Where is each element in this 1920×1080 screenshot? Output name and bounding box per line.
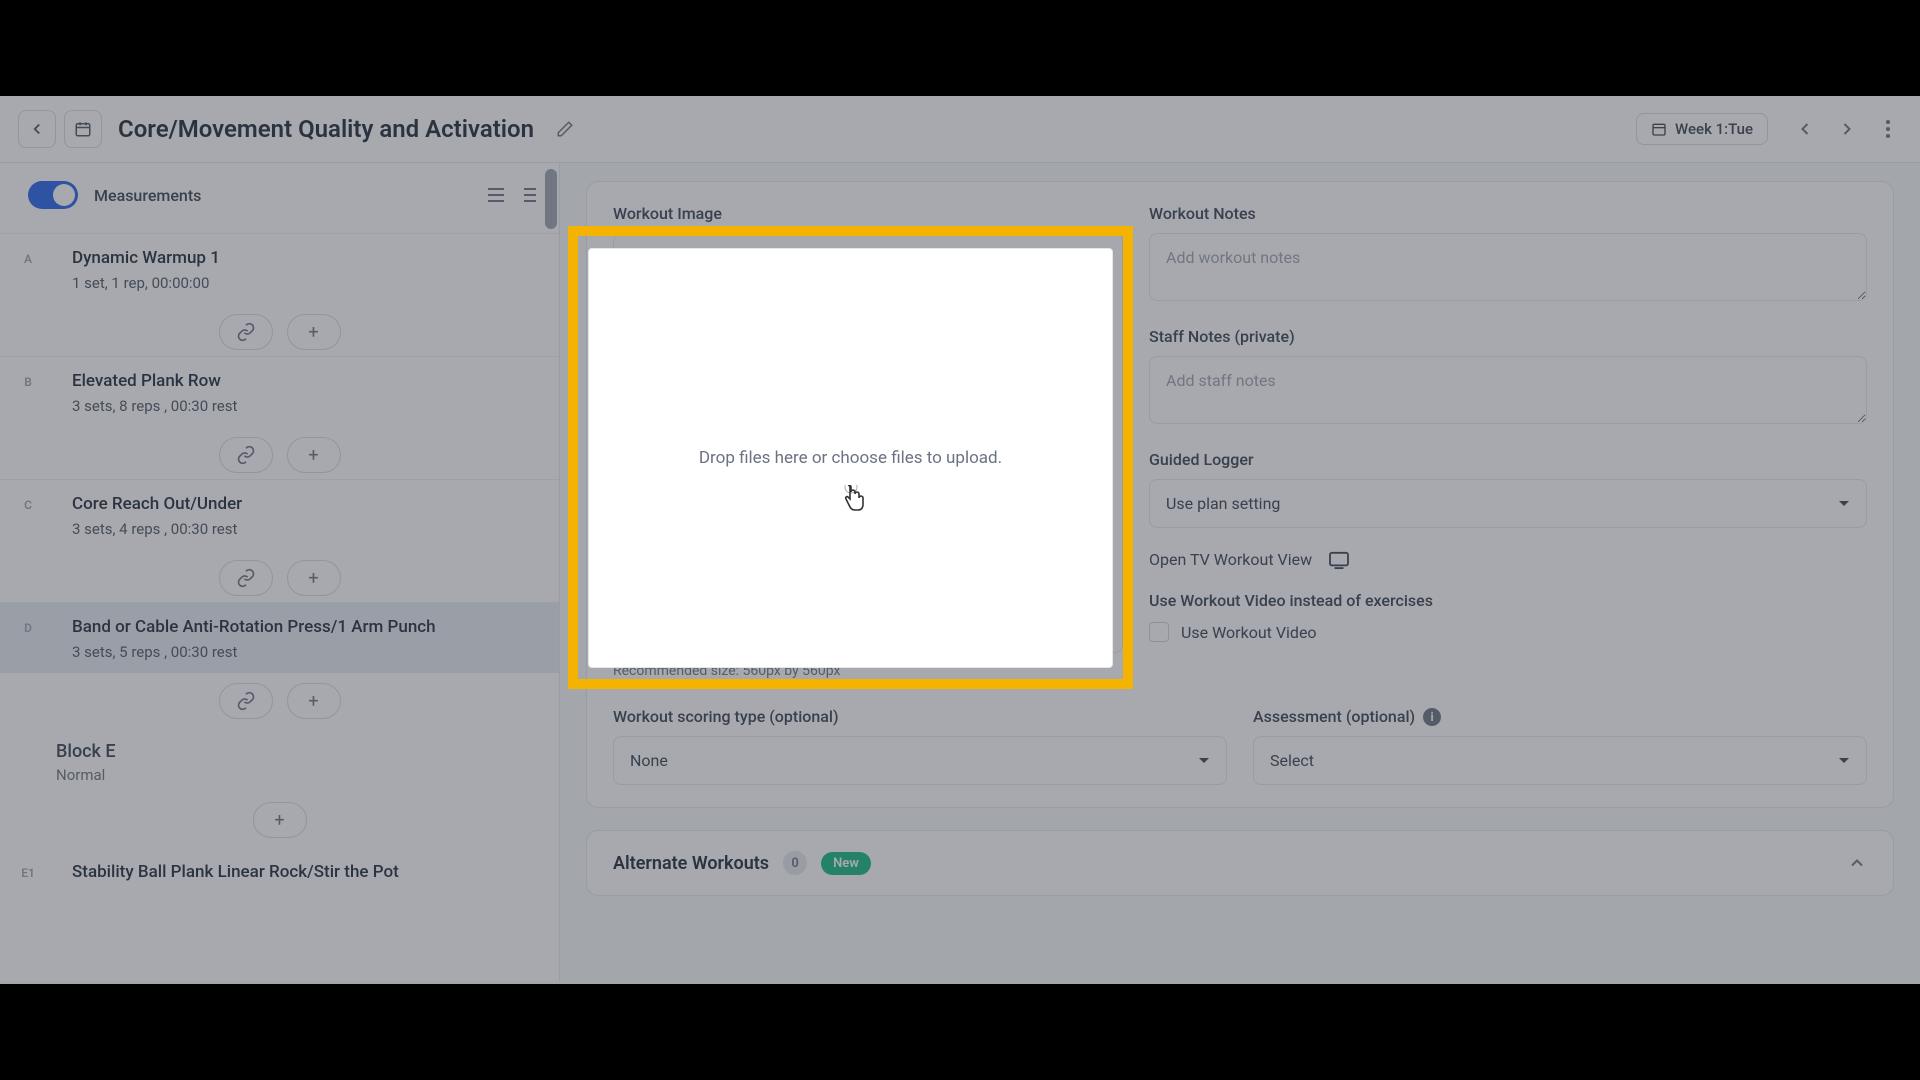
guided-logger-label: Guided Logger	[1149, 450, 1867, 469]
exercise-item[interactable]: E1 Stability Ball Plank Linear Rock/Stir…	[0, 848, 559, 894]
calendar-icon	[74, 120, 92, 138]
alt-title: Alternate Workouts	[613, 853, 769, 874]
exercise-detail: 3 sets, 5 reps , 00:30 rest	[72, 643, 537, 661]
exercise-item[interactable]: B Elevated Plank Row 3 sets, 8 reps , 00…	[0, 356, 559, 427]
calendar-small-icon	[1651, 121, 1667, 137]
reorder-icon[interactable]	[487, 187, 505, 203]
exercise-letter: C	[18, 498, 38, 512]
measurements-label: Measurements	[94, 186, 201, 205]
staff-notes-label: Staff Notes (private)	[1149, 327, 1867, 346]
workout-notes-label: Workout Notes	[1149, 204, 1867, 223]
scoring-label: Workout scoring type (optional)	[613, 707, 1227, 726]
chevron-up-icon	[1847, 853, 1867, 873]
guided-logger-select[interactable]: Use plan setting	[1149, 479, 1867, 528]
exercise-letter: B	[18, 375, 38, 389]
link-button[interactable]	[219, 683, 273, 719]
scoring-select[interactable]: None	[613, 736, 1227, 785]
week-label: Week 1:Tue	[1675, 120, 1753, 138]
exercise-name: Core Reach Out/Under	[72, 494, 537, 514]
calendar-button[interactable]	[64, 110, 102, 148]
exercise-item-selected[interactable]: D Band or Cable Anti-Rotation Press/1 Ar…	[0, 602, 559, 673]
open-tv-button[interactable]: Open TV Workout View	[1149, 550, 1867, 569]
link-button[interactable]	[219, 437, 273, 473]
link-button[interactable]	[219, 314, 273, 350]
exercise-detail: 3 sets, 8 reps , 00:30 rest	[72, 397, 537, 415]
block-subtitle: Normal	[56, 766, 537, 784]
collapse-toggle[interactable]	[1847, 853, 1867, 873]
exercise-name: Elevated Plank Row	[72, 371, 537, 391]
exercise-name: Dynamic Warmup 1	[72, 248, 537, 268]
add-button[interactable]: +	[287, 437, 341, 473]
add-button[interactable]: +	[287, 683, 341, 719]
add-button[interactable]: +	[287, 560, 341, 596]
measurements-toggle[interactable]	[28, 181, 78, 209]
exercise-name: Band or Cable Anti-Rotation Press/1 Arm …	[72, 617, 537, 637]
block-header[interactable]: Block E Normal	[0, 725, 559, 792]
new-badge: New	[821, 852, 871, 875]
chevron-left-icon	[28, 120, 46, 138]
workout-image-label: Workout Image	[613, 204, 1123, 223]
scrollbar-thumb[interactable]	[545, 169, 557, 229]
assessment-value: Select	[1270, 751, 1314, 770]
exercise-sidebar: Measurements A Dynamic Warmup 1 1 set,	[0, 163, 560, 981]
alternate-workouts-card[interactable]: Alternate Workouts 0 New	[586, 830, 1894, 896]
guided-logger-value: Use plan setting	[1166, 494, 1280, 513]
add-button[interactable]: +	[287, 314, 341, 350]
back-button[interactable]	[18, 110, 56, 148]
link-icon	[236, 445, 256, 465]
prev-day-button[interactable]	[1788, 112, 1822, 146]
exercise-item[interactable]: C Core Reach Out/Under 3 sets, 4 reps , …	[0, 479, 559, 550]
exercise-detail: 3 sets, 4 reps , 00:30 rest	[72, 520, 537, 538]
caret-down-icon	[1838, 757, 1850, 765]
assessment-label: Assessment (optional)	[1253, 707, 1415, 726]
exercise-letter: E1	[18, 866, 38, 880]
exercise-name: Stability Ball Plank Linear Rock/Stir th…	[72, 862, 537, 882]
tutorial-dropzone-text: Drop files here or choose files to uploa…	[699, 448, 1002, 468]
use-video-heading: Use Workout Video instead of exercises	[1149, 591, 1867, 610]
link-icon	[236, 568, 256, 588]
chevron-right-icon	[1837, 119, 1857, 139]
exercise-item[interactable]: A Dynamic Warmup 1 1 set, 1 rep, 00:00:0…	[0, 233, 559, 304]
cursor-pointer-icon	[842, 485, 866, 513]
more-menu-button[interactable]	[1874, 110, 1902, 148]
edit-title-button[interactable]	[548, 112, 582, 146]
exercise-detail: 1 set, 1 rep, 00:00:00	[72, 274, 537, 292]
staff-notes-input[interactable]	[1149, 356, 1867, 424]
exercise-letter: A	[18, 252, 38, 266]
use-video-label: Use Workout Video	[1181, 623, 1317, 642]
caret-down-icon	[1838, 500, 1850, 508]
link-button[interactable]	[219, 560, 273, 596]
block-title: Block E	[56, 741, 537, 762]
page-title: Core/Movement Quality and Activation	[118, 115, 534, 143]
add-block-button[interactable]: +	[253, 802, 307, 838]
link-icon	[236, 322, 256, 342]
chevron-left-icon	[1795, 119, 1815, 139]
pencil-icon	[556, 120, 574, 138]
use-video-checkbox[interactable]	[1149, 622, 1169, 642]
link-icon	[236, 691, 256, 711]
caret-down-icon	[1198, 757, 1210, 765]
compact-icon[interactable]	[523, 187, 537, 203]
week-selector[interactable]: Week 1:Tue	[1636, 113, 1768, 145]
workout-notes-input[interactable]	[1149, 233, 1867, 301]
info-icon[interactable]: i	[1423, 708, 1441, 726]
next-day-button[interactable]	[1830, 112, 1864, 146]
kebab-icon	[1886, 120, 1890, 138]
tutorial-highlight-content[interactable]: Drop files here or choose files to uploa…	[588, 248, 1113, 668]
tv-icon	[1328, 551, 1350, 569]
exercise-letter: D	[18, 621, 38, 635]
assessment-select[interactable]: Select	[1253, 736, 1867, 785]
open-tv-label: Open TV Workout View	[1149, 550, 1312, 569]
scoring-value: None	[630, 751, 668, 770]
alt-count-badge: 0	[783, 851, 807, 875]
